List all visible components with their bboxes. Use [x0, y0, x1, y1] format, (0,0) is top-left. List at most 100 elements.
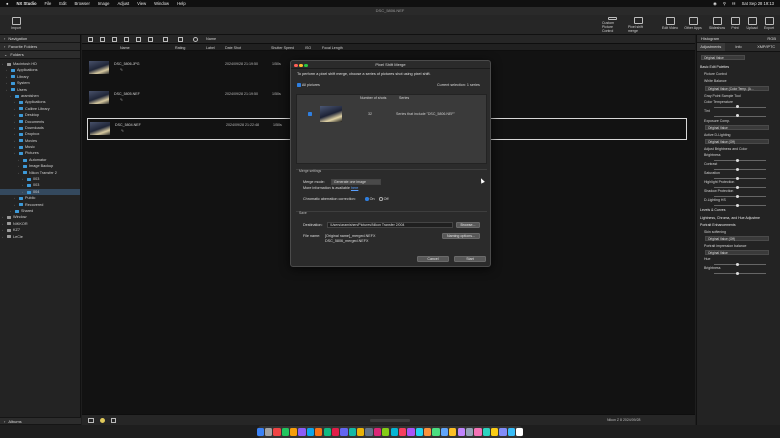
- adjustment-slider[interactable]: Highlight Protection: [697, 180, 780, 189]
- adjustment-section[interactable]: Exposure Comp.: [697, 118, 780, 125]
- slider-track[interactable]: [714, 185, 766, 189]
- zoom-icon[interactable]: [304, 63, 308, 67]
- dock-app-icon[interactable]: [415, 428, 423, 436]
- dock-app-icon[interactable]: [424, 428, 432, 436]
- adjustment-section[interactable]: Lightness, Chroma, and Hue Adjustme: [697, 215, 780, 222]
- adjustment-slider[interactable]: Color Temperature: [697, 100, 780, 109]
- menu-help[interactable]: Help: [177, 1, 186, 6]
- albums-header[interactable]: › Albums: [0, 417, 81, 425]
- chevron-right-icon[interactable]: ›: [18, 170, 21, 176]
- menu-browser[interactable]: Browser: [75, 1, 90, 6]
- chevron-right-icon[interactable]: ›: [10, 93, 13, 99]
- menu-window[interactable]: Window: [154, 1, 169, 6]
- adjustment-slider[interactable]: Hue: [697, 257, 780, 266]
- col-date-shot[interactable]: Date Shot: [225, 46, 241, 50]
- file-thumbnail[interactable]: [89, 91, 109, 104]
- dock-app-icon[interactable]: [491, 428, 499, 436]
- close-icon[interactable]: [294, 63, 298, 67]
- slider-track[interactable]: [714, 176, 766, 180]
- slider-track[interactable]: [714, 262, 766, 266]
- label-color-icon[interactable]: [100, 418, 105, 423]
- adjustment-select[interactable]: Original Value (Off): [705, 236, 769, 242]
- four-up-view-icon[interactable]: [148, 37, 153, 42]
- adjustment-select[interactable]: Original Value: [705, 124, 769, 130]
- dock-app-icon[interactable]: [264, 428, 273, 436]
- slider-track[interactable]: [714, 105, 766, 109]
- favorite-folders-header[interactable]: › Favorite Folders: [0, 43, 80, 51]
- series-row[interactable]: 32 Series that include "DSC_5806.NEF": [297, 103, 486, 125]
- chevron-right-icon[interactable]: ›: [14, 150, 17, 156]
- all-pictures-checkbox[interactable]: All pictures: [297, 83, 320, 88]
- folder-tree-item[interactable]: › LeCie: [0, 234, 80, 240]
- custom-picture-control-button[interactable]: Custom Picture Control: [602, 17, 622, 33]
- control-center-icon[interactable]: ☷: [732, 1, 736, 6]
- file-thumbnail[interactable]: [89, 61, 109, 74]
- histogram-header[interactable]: Histogram RGB: [697, 35, 780, 43]
- tab-xmp-iptc[interactable]: XMP/IPTC: [752, 43, 780, 51]
- start-button[interactable]: Start: [454, 256, 486, 262]
- adjustment-select[interactable]: Original Value: [705, 250, 769, 256]
- dock-app-icon[interactable]: [465, 428, 474, 436]
- adjustment-section[interactable]: Picture Control: [697, 71, 780, 78]
- dock-app-icon[interactable]: [315, 428, 323, 436]
- dock-app-icon[interactable]: [290, 428, 298, 436]
- filter-icon[interactable]: [193, 37, 198, 42]
- other-apps-button[interactable]: Other Apps: [683, 17, 703, 33]
- more-info-link[interactable]: here: [351, 186, 358, 190]
- chromatic-on-radio[interactable]: On: [365, 197, 375, 201]
- export-button[interactable]: Export: [759, 17, 779, 33]
- list-view-icon[interactable]: [100, 37, 105, 42]
- grid-view-icon[interactable]: [88, 37, 93, 42]
- sort-icon[interactable]: [178, 37, 183, 42]
- menu-image[interactable]: Image: [98, 1, 110, 6]
- edit-video-button[interactable]: Edit Video: [660, 17, 680, 33]
- dock-app-icon[interactable]: [256, 428, 264, 436]
- wifi-icon[interactable]: ◉: [713, 1, 717, 6]
- adjustment-section[interactable]: Active D-Lighting: [697, 132, 780, 139]
- col-focal-length[interactable]: Focal Length: [322, 46, 343, 50]
- chevron-right-icon[interactable]: ›: [14, 202, 17, 208]
- col-iso[interactable]: ISO: [305, 46, 311, 50]
- map-view-icon[interactable]: [163, 37, 168, 42]
- adjustment-section[interactable]: Portrait Enhancements: [697, 222, 780, 229]
- dock-app-icon[interactable]: [306, 428, 315, 436]
- layers-icon[interactable]: [88, 418, 94, 423]
- adjustment-select[interactable]: Original Value (Off): [705, 139, 769, 145]
- dock-app-icon[interactable]: [348, 428, 356, 436]
- page-indicator[interactable]: [370, 419, 410, 422]
- slider-track[interactable]: [714, 114, 766, 118]
- file-thumbnail[interactable]: [90, 122, 110, 135]
- slideshow-button[interactable]: Slideshow: [707, 17, 727, 33]
- compare-view-icon[interactable]: [124, 37, 129, 42]
- dock-app-icon[interactable]: [357, 428, 365, 436]
- preset-select[interactable]: Original Value: [701, 55, 745, 60]
- adjustment-slider[interactable]: Shadow Protection: [697, 189, 780, 198]
- chevron-right-icon[interactable]: ›: [2, 61, 5, 67]
- menu-app-name[interactable]: NX Studio: [17, 1, 37, 6]
- dock-app-icon[interactable]: [365, 428, 373, 436]
- apple-icon[interactable]: ●: [6, 1, 9, 6]
- merge-mode-select[interactable]: Generate one image: [331, 179, 381, 185]
- menu-file[interactable]: File: [45, 1, 52, 6]
- col-label[interactable]: Label: [206, 46, 215, 50]
- dock-app-icon[interactable]: [507, 428, 516, 436]
- import-button[interactable]: Import: [6, 17, 26, 33]
- cancel-button[interactable]: Cancel: [417, 256, 449, 262]
- dock-app-icon[interactable]: [440, 428, 449, 436]
- series-checkbox[interactable]: [308, 112, 312, 116]
- adjustment-slider[interactable]: Brightness: [697, 153, 780, 162]
- dock-app-icon[interactable]: [499, 428, 507, 436]
- dock-app-icon[interactable]: [457, 428, 465, 436]
- dock-app-icon[interactable]: [432, 428, 440, 436]
- dock-app-icon[interactable]: [407, 428, 415, 436]
- dock-app-icon[interactable]: [340, 428, 348, 436]
- adjustment-slider[interactable]: Contrast: [697, 162, 780, 171]
- adjustment-section[interactable]: Portrait impression balance: [697, 243, 780, 250]
- adjustment-slider[interactable]: Brightness: [697, 266, 780, 275]
- adjustment-slider[interactable]: Tint: [697, 109, 780, 118]
- adjustment-select[interactable]: Original Value (Color Temp. (A...: [705, 85, 769, 91]
- chromatic-off-radio[interactable]: Off: [379, 197, 388, 201]
- search-icon[interactable]: ⚲: [723, 1, 726, 6]
- slider-track[interactable]: [714, 203, 766, 207]
- dock-app-icon[interactable]: [331, 428, 340, 436]
